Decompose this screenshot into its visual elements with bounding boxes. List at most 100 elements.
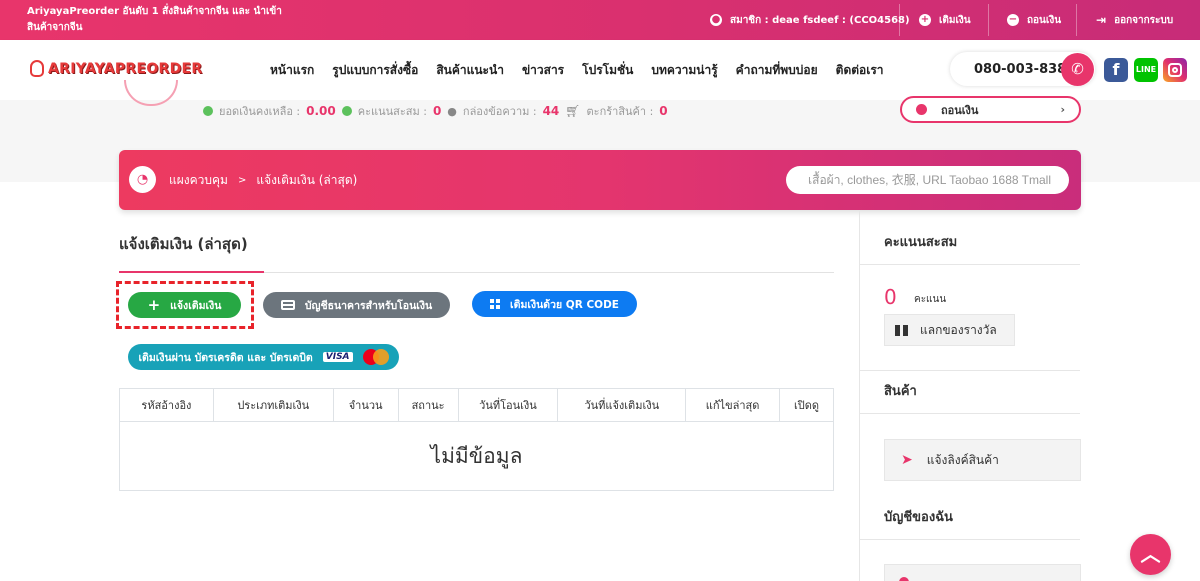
logo-text: ARIYAYAPREORDER (48, 60, 203, 77)
nav-item-faq[interactable]: คำถามที่พบบ่อย (736, 61, 818, 80)
plus-circle-icon: + (919, 14, 931, 26)
user-icon: ● (710, 14, 722, 26)
plus-icon: + (147, 295, 161, 314)
nav-item-promotions[interactable]: โปรโมชั่น (582, 61, 633, 80)
cart-label[interactable]: ตะกร้าสินค้า : (587, 102, 654, 120)
top-bar: AriyayaPreorder อันดับ 1 สั่งสินค้าจากจี… (0, 0, 1200, 40)
breadcrumb-banner: ◔ แผงควบคุม > แจ้งเติมเงิน (ล่าสุด) (119, 150, 1081, 210)
logout-label: ออกจากระบบ (1114, 14, 1174, 26)
main-nav: ARIYAYAPREORDER หน้าแรก รูปแบบการสั่งซื้… (0, 40, 1200, 100)
member-label: สมาชิก : deae fsdeef : (CCO4568) (730, 14, 910, 26)
instagram-icon[interactable] (1163, 58, 1187, 82)
member-info[interactable]: ● สมาชิก : deae fsdeef : (CCO4568) (696, 0, 924, 40)
divider (899, 4, 900, 36)
topup-table: รหัสอ้างอิง ประเภทเติมเงิน จำนวน สถานะ ว… (119, 388, 834, 491)
bank-accounts-label: บัญชีธนาคารสำหรับโอนเงิน (304, 299, 433, 312)
avatar[interactable] (124, 80, 178, 106)
column-header[interactable]: ประเภทเติมเงิน (212, 388, 334, 422)
my-account-item[interactable] (884, 564, 1081, 581)
cart-value[interactable]: 0 (659, 104, 667, 118)
empty-state-text: ไม่มีข้อมูล (119, 421, 834, 491)
redeem-rewards-button[interactable]: แลกของรางวัล (884, 314, 1015, 346)
balance-dot-icon (203, 106, 213, 116)
divider (988, 4, 989, 36)
points-value: 0 (432, 104, 442, 118)
column-header[interactable]: สถานะ (397, 388, 459, 422)
balance-value: 0.00 (306, 104, 336, 118)
balance-label: ยอดเงินคงเหลือ : (219, 105, 301, 118)
credit-card-icon (280, 300, 295, 310)
column-header[interactable]: จำนวน (332, 388, 399, 422)
notify-topup-label: แจ้งเติมเงิน (170, 299, 222, 312)
page-title: แจ้งเติมเงิน (ล่าสุด) (119, 235, 248, 253)
qr-topup-button[interactable]: เติมเงินด้วย QR CODE (472, 291, 637, 317)
redeem-label: แลกของรางวัล (920, 322, 997, 337)
scroll-to-top-button[interactable]: ︿ (1130, 534, 1171, 575)
points-heading: คะแนนสะสม (884, 235, 958, 250)
nav-menu: หน้าแรก รูปแบบการสั่งซื้อ สินค้าแนะนำ ข่… (270, 40, 884, 100)
dashboard-icon: ◔ (129, 166, 156, 193)
bank-accounts-button[interactable]: บัญชีธนาคารสำหรับโอนเงิน (263, 292, 450, 318)
column-header[interactable]: แก้ไขล่าสุด (685, 388, 781, 422)
deposit-label: เติมเงิน (939, 14, 971, 26)
chevron-right-icon: › (1060, 103, 1065, 116)
qrcode-icon (490, 299, 501, 309)
phone-icon[interactable]: ✆ (1061, 53, 1094, 86)
site-logo[interactable]: ARIYAYAPREORDER (30, 60, 203, 77)
withdraw-dot-icon (916, 104, 927, 115)
nav-item-articles[interactable]: บทความน่ารู้ (651, 61, 717, 80)
table-row: ไม่มีข้อมูล (119, 421, 834, 491)
table-header-row: รหัสอ้างอิง ประเภทเติมเงิน จำนวน สถานะ ว… (119, 388, 834, 422)
divider (859, 264, 1080, 265)
divider (1076, 4, 1077, 36)
column-header[interactable]: วันที่แจ้งเติมเงิน (557, 388, 687, 422)
nav-item-home[interactable]: หน้าแรก (270, 61, 314, 80)
column-header[interactable]: เปิดดู (779, 388, 834, 422)
sidebar-points-value: 0 (884, 285, 897, 309)
dot-icon (899, 577, 909, 581)
inbox-label[interactable]: กล่องข้อความ : (463, 102, 537, 120)
sidebar-divider (859, 210, 860, 581)
inbox-value[interactable]: 44 (543, 104, 560, 118)
my-account-heading: บัญชีของฉัน (884, 510, 953, 525)
visa-logo: VISA (322, 352, 353, 362)
logout-link[interactable]: ⇥ ออกจากระบบ (1082, 0, 1187, 40)
line-icon[interactable]: LINE (1134, 58, 1158, 82)
notify-product-link-button[interactable]: ➤ แจ้งลิงค์สินค้า (884, 439, 1081, 481)
withdraw-button-label: ถอนเงิน (941, 103, 979, 117)
withdraw-label: ถอนเงิน (1027, 14, 1062, 26)
nav-item-news[interactable]: ข่าวสาร (522, 61, 564, 80)
nav-item-recommended[interactable]: สินค้าแนะนำ (436, 61, 504, 80)
divider (859, 370, 1080, 371)
column-header[interactable]: รหัสอ้างอิง (119, 388, 214, 422)
divider (859, 413, 1080, 414)
facebook-icon[interactable]: f (1104, 58, 1128, 82)
search-input[interactable] (786, 166, 1069, 194)
minus-circle-icon: − (1007, 14, 1019, 26)
paper-plane-icon: ➤ (901, 452, 913, 468)
card-topup-button[interactable]: เติมเงินผ่าน บัตรเครดิต และ บัตรเดบิต VI… (128, 344, 399, 370)
products-heading: สินค้า (884, 384, 917, 399)
points-label: คะแนนสะสม : (357, 105, 427, 118)
breadcrumb-dashboard[interactable]: แผงควบคุม (169, 171, 228, 190)
account-stats: ยอดเงินคงเหลือ : 0.00 คะแนนสะสม : 0 ● กล… (203, 102, 668, 120)
qr-topup-label: เติมเงินด้วย QR CODE (510, 298, 619, 311)
points-dot-icon (341, 106, 352, 116)
divider (859, 539, 1080, 540)
withdraw-button[interactable]: ถอนเงิน › (900, 96, 1081, 123)
site-tagline: AriyayaPreorder อันดับ 1 สั่งสินค้าจากจี… (27, 6, 282, 33)
mastercard-logo (362, 349, 389, 365)
breadcrumb-separator: > (237, 174, 247, 186)
cart-icon: 🛒︎ (565, 104, 581, 118)
nav-item-contact[interactable]: ติดต่อเรา (836, 61, 884, 80)
notify-link-label: แจ้งลิงค์สินค้า (926, 452, 999, 467)
breadcrumb-current: แจ้งเติมเงิน (ล่าสุด) (256, 172, 358, 187)
sidebar-points-unit: คะแนน (914, 294, 947, 305)
notify-topup-button[interactable]: + แจ้งเติมเงิน (128, 292, 241, 318)
chat-icon: ● (447, 104, 457, 118)
column-header[interactable]: วันที่โอนเงิน (457, 388, 559, 422)
nav-item-order-types[interactable]: รูปแบบการสั่งซื้อ (332, 61, 418, 80)
topbar-deposit-link[interactable]: + เติมเงิน (905, 0, 985, 40)
topbar-withdraw-link[interactable]: − ถอนเงิน (993, 0, 1075, 40)
title-underline (119, 271, 264, 273)
